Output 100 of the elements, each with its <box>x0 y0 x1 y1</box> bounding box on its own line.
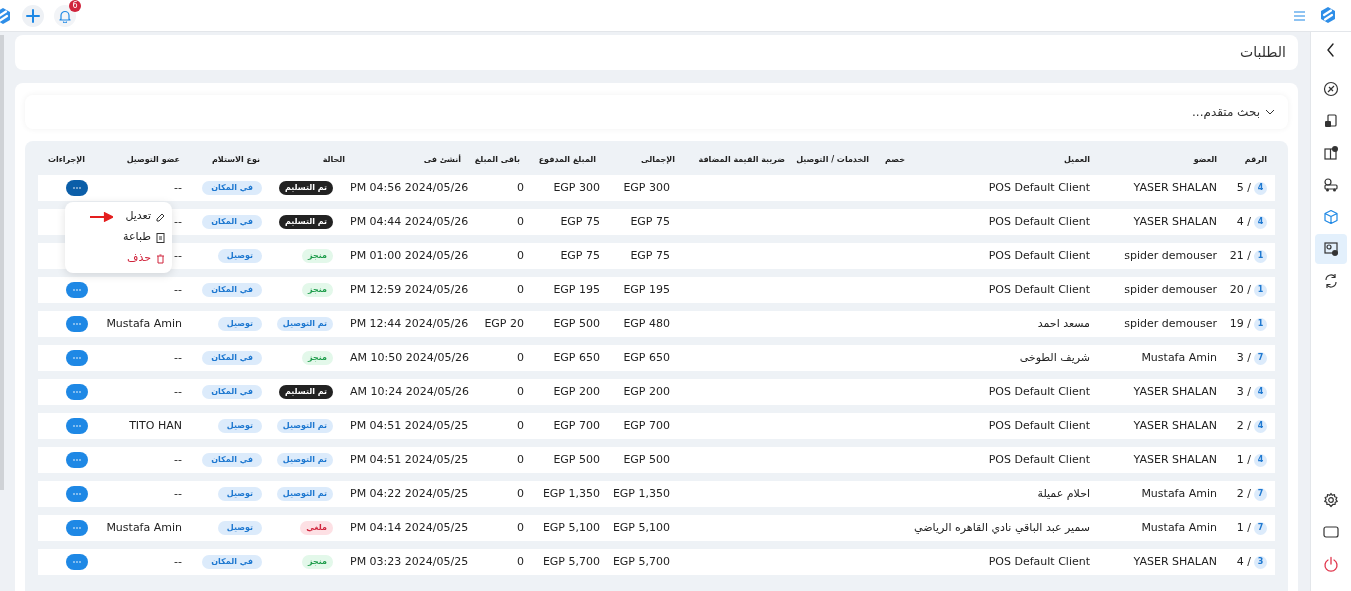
table-cell-text: -- <box>174 349 182 366</box>
status-badge: منجز <box>302 351 333 365</box>
document-icon <box>155 232 166 243</box>
receipt-type-badge: في المكان <box>202 385 262 399</box>
column-header: الإجمالى <box>640 154 675 166</box>
pencil-icon <box>155 211 166 222</box>
actions-button[interactable] <box>65 282 88 298</box>
status-badge: تم التوصيل <box>276 317 333 331</box>
branch-badge: 3 <box>1254 555 1267 569</box>
trash-icon <box>155 253 166 264</box>
column-header: أنشئ فى <box>422 154 462 166</box>
table-cell-text: spider demouser <box>1123 247 1218 264</box>
table-cell-text: PM 04:51 2024/05/25 <box>350 451 470 468</box>
truck-icon <box>1323 177 1339 193</box>
table-cell-text: PM 04:51 2024/05/25 <box>350 417 470 434</box>
power-icon <box>1323 556 1339 572</box>
branch-badge: 4 <box>1254 419 1267 433</box>
receipt-type-badge: في المكان <box>202 453 262 467</box>
table-cell-text: POS Default Client <box>987 247 1091 264</box>
table-cell-text: 0 <box>516 383 525 400</box>
column-header: الإجراءات <box>46 154 86 166</box>
table-cell-text: EGP 1,350 <box>541 485 600 502</box>
receipt-type-badge: توصيل <box>217 317 262 331</box>
table-cell-text: POS Default Client <box>987 281 1091 298</box>
store-icon <box>1323 145 1339 161</box>
table-cell-text: 0 <box>516 281 525 298</box>
chevron-down-icon <box>1264 107 1276 117</box>
table-cell-text: PM 01:00 2024/05/26 <box>350 247 470 264</box>
status-badge: تم التسليم <box>278 215 333 229</box>
column-header: عضو التوصيل <box>125 154 181 166</box>
table-cell-text: 0 <box>516 417 525 434</box>
image-icon <box>1323 241 1339 257</box>
receipt-type-badge: توصيل <box>217 249 262 263</box>
actions-button[interactable] <box>65 486 88 502</box>
status-badge: تم التسليم <box>278 181 333 195</box>
table-cell-text: POS Default Client <box>987 179 1091 196</box>
table-cell-text: -- <box>174 247 182 264</box>
menu-item[interactable]: حذف <box>127 248 166 269</box>
bag-icon <box>1323 113 1339 129</box>
table-cell-text: 0 <box>516 179 525 196</box>
table-cell-text: EGP 200 <box>622 383 671 400</box>
status-badge: تم التسليم <box>278 385 333 399</box>
order-number: 2 / <box>1236 485 1251 502</box>
table-cell-text: POS Default Client <box>987 417 1091 434</box>
menu-icon[interactable] <box>1294 10 1305 21</box>
advanced-search-toggle[interactable]: بحث متقدم... <box>25 95 1288 129</box>
table-cell-text: -- <box>174 451 182 468</box>
actions-button[interactable] <box>65 520 88 536</box>
table-cell-text: سمير عبد الباقي نادي القاهره الرياضي <box>913 519 1091 536</box>
status-badge: تم التوصيل <box>276 487 333 501</box>
table-cell-text: YASER SHALAN <box>1132 553 1218 570</box>
actions-button[interactable] <box>65 350 88 366</box>
table-cell-text: EGP 480 <box>622 315 671 332</box>
actions-button[interactable] <box>65 452 88 468</box>
receipt-type-badge: في المكان <box>202 215 262 229</box>
column-header: ضريبة القيمة المضافة <box>697 154 786 166</box>
table-cell-text: PM 03:23 2024/05/25 <box>350 553 470 570</box>
box-icon <box>1323 209 1339 225</box>
table-cell-text: EGP 500 <box>552 315 600 332</box>
table-cell-text: TITO HAN <box>129 417 182 434</box>
actions-button[interactable] <box>65 180 88 196</box>
actions-button[interactable] <box>65 384 88 400</box>
table-cell-text: EGP 500 <box>622 451 671 468</box>
actions-button[interactable] <box>65 418 88 434</box>
table-cell-text: spider demouser <box>1123 315 1218 332</box>
column-header: نوع الاستلام <box>210 154 261 166</box>
receipt-type-badge: في المكان <box>202 351 262 365</box>
table-cell-text: spider demouser <box>1123 281 1218 298</box>
table-cell-text: EGP 75 <box>559 247 600 264</box>
actions-button[interactable] <box>65 316 88 332</box>
table-cell-text: EGP 75 <box>559 213 600 230</box>
branch-badge: 4 <box>1254 385 1267 399</box>
branch-badge: 7 <box>1254 521 1267 535</box>
table-cell-text: PM 04:22 2024/05/25 <box>350 485 470 502</box>
status-badge: تم التوصيل <box>276 419 333 433</box>
table-cell-text: -- <box>174 553 182 570</box>
order-number: 20 / <box>1229 281 1251 298</box>
branch-badge: 1 <box>1254 317 1267 331</box>
plus-icon <box>26 8 40 23</box>
status-badge: منجز <box>302 249 333 263</box>
branch-badge: 4 <box>1254 453 1267 467</box>
branch-badge: 7 <box>1254 487 1267 501</box>
menu-item[interactable]: تعديل <box>125 206 166 227</box>
order-number: 3 / <box>1236 349 1251 366</box>
table-cell-text: POS Default Client <box>987 451 1091 468</box>
table-cell-text: YASER SHALAN <box>1132 451 1218 468</box>
add-button[interactable] <box>22 4 44 27</box>
receipt-type-badge: في المكان <box>202 181 262 195</box>
actions-button[interactable] <box>65 554 88 570</box>
table-cell-text: POS Default Client <box>987 553 1091 570</box>
status-badge: ملغي <box>300 521 333 535</box>
table-cell-text: EGP 650 <box>622 349 671 366</box>
table-cell-text: EGP 1,350 <box>611 485 671 502</box>
table-cell-text: EGP 5,100 <box>541 519 600 536</box>
sidebar-item[interactable] <box>1315 234 1347 264</box>
table-cell-text: EGP 5,700 <box>541 553 600 570</box>
table-cell-text: 0 <box>516 451 525 468</box>
table-cell-text: مسعد احمد <box>1036 315 1091 332</box>
table-cell-text: POS Default Client <box>987 383 1091 400</box>
receipt-type-badge: توصيل <box>217 419 262 433</box>
